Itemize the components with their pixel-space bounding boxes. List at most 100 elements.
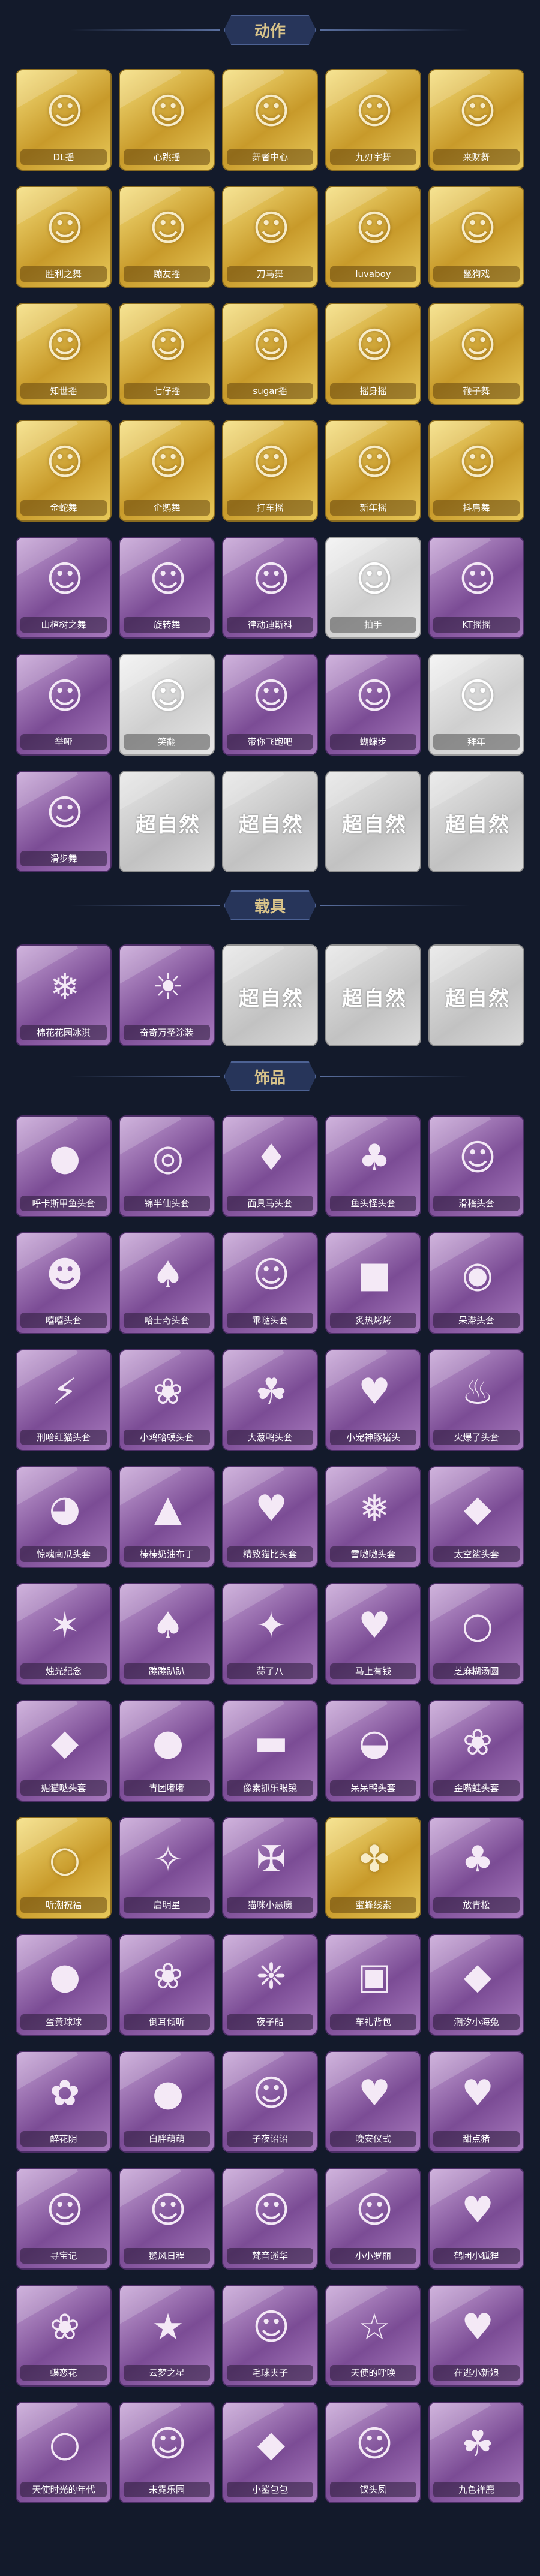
item-tile[interactable]: ☺ 毛球夹子	[222, 2285, 318, 2387]
item-tile[interactable]: ☻ 嘻嘻头套	[16, 1232, 112, 1334]
item-tile[interactable]: ☺ 旋转舞	[119, 537, 215, 639]
item-tile[interactable]: ♥ 甜点猪	[428, 2051, 524, 2153]
item-tile[interactable]: ⚡ 刑哈红猫头套	[16, 1349, 112, 1451]
item-tile[interactable]: ◉ 呆滞头套	[428, 1232, 524, 1334]
item-tile[interactable]: ♥ 在逃小新娘	[428, 2285, 524, 2387]
item-tile[interactable]: ❀ 蝶恋花	[16, 2285, 112, 2387]
item-tile[interactable]: ❀ 小鸡蛤蟆头套	[119, 1349, 215, 1451]
item-tile[interactable]: ☺ 举哑	[16, 654, 112, 756]
item-tile[interactable]: ☺ 滑稽头套	[428, 1115, 524, 1217]
item-tile[interactable]: ☺ 拍手	[325, 537, 421, 639]
item-tile[interactable]: ❈ 夜子船	[222, 1934, 318, 2036]
item-tile[interactable]: ✧ 启明星	[119, 1817, 215, 1919]
locked-item-tile[interactable]: 超自然	[325, 771, 421, 872]
item-tile[interactable]: ▣ 车礼背包	[325, 1934, 421, 2036]
item-tile[interactable]: ☺ 子夜诏诏	[222, 2051, 318, 2153]
item-tile[interactable]: ☺ 九刃宇舞	[325, 69, 421, 171]
item-tile[interactable]: ○ 听潮祝福	[16, 1817, 112, 1919]
item-tile[interactable]: ☘ 大葱鸭头套	[222, 1349, 318, 1451]
item-tile[interactable]: ☺ 寻宝记	[16, 2168, 112, 2270]
item-tile[interactable]: ◆ 小鲨包包	[222, 2402, 318, 2503]
item-tile[interactable]: ☺ 钗头凤	[325, 2402, 421, 2503]
item-tile[interactable]: ♣ 放青松	[428, 1817, 524, 1919]
item-tile[interactable]: ☺ 抖肩舞	[428, 420, 524, 522]
item-tile[interactable]: ◆ 潮汐小海兔	[428, 1934, 524, 2036]
item-tile[interactable]: ☺ luvaboy	[325, 186, 421, 288]
item-tile[interactable]: ♥ 晚安仪式	[325, 2051, 421, 2153]
item-tile[interactable]: ♨ 火爆了头套	[428, 1349, 524, 1451]
locked-item-tile[interactable]: 超自然	[428, 944, 524, 1046]
locked-item-tile[interactable]: 超自然	[119, 771, 215, 872]
item-tile[interactable]: ☺ 梵音遥华	[222, 2168, 318, 2270]
item-tile[interactable]: ☺ sugar摇	[222, 303, 318, 405]
item-tile[interactable]: ☺ 乖哒头套	[222, 1232, 318, 1334]
item-tile[interactable]: ☺ 拜年	[428, 654, 524, 756]
item-tile[interactable]: ♥ 鹤团小狐狸	[428, 2168, 524, 2270]
item-tile[interactable]: ☺ 胜利之舞	[16, 186, 112, 288]
item-tile[interactable]: ◆ 太空鲨头套	[428, 1466, 524, 1568]
item-tile[interactable]: ◒ 呆呆鸭头套	[325, 1700, 421, 1802]
item-tile[interactable]: ♠ 蹦蹦趴趴	[119, 1583, 215, 1685]
item-tile[interactable]: ☺ 企鹅舞	[119, 420, 215, 522]
item-tile[interactable]: ❄ 棉花花园冰淇	[16, 944, 112, 1046]
item-tile[interactable]: ☺ 新年摇	[325, 420, 421, 522]
item-tile[interactable]: ● 白胖萌萌	[119, 2051, 215, 2153]
item-tile[interactable]: ☀ 奋奇万圣涂装	[119, 944, 215, 1046]
locked-item-tile[interactable]: 超自然	[325, 944, 421, 1046]
item-tile[interactable]: ☺ 鞭子舞	[428, 303, 524, 405]
item-tile[interactable]: ❅ 雪嗷嗷头套	[325, 1466, 421, 1568]
item-tile[interactable]: ☺ 鹅风日程	[119, 2168, 215, 2270]
item-tile[interactable]: ☺ 蝴蝶步	[325, 654, 421, 756]
item-tile[interactable]: ☺ 蹦友摇	[119, 186, 215, 288]
item-tile[interactable]: ☺ 鬣狗戏	[428, 186, 524, 288]
locked-item-tile[interactable]: 超自然	[428, 771, 524, 872]
item-tile[interactable]: ❀ 倒耳倾听	[119, 1934, 215, 2036]
item-tile[interactable]: ✠ 猫咪小恶魔	[222, 1817, 318, 1919]
item-tile[interactable]: ★ 云梦之星	[119, 2285, 215, 2387]
item-tile[interactable]: ♦ 面具马头套	[222, 1115, 318, 1217]
item-tile[interactable]: ◕ 惊魂南瓜头套	[16, 1466, 112, 1568]
item-tile[interactable]: ☺ 带你飞跑吧	[222, 654, 318, 756]
item-tile[interactable]: ☺ 未霓乐园	[119, 2402, 215, 2503]
locked-item-tile[interactable]: 超自然	[222, 944, 318, 1046]
item-tile[interactable]: ■ 炙热烤烤	[325, 1232, 421, 1334]
item-tile[interactable]: ♠ 哈士奇头套	[119, 1232, 215, 1334]
item-tile[interactable]: ☺ 律动迪斯科	[222, 537, 318, 639]
item-tile[interactable]: ☺ 山楂树之舞	[16, 537, 112, 639]
item-tile[interactable]: ♥ 马上有钱	[325, 1583, 421, 1685]
item-tile[interactable]: ☺ 金蛇舞	[16, 420, 112, 522]
item-tile[interactable]: ▲ 榛榛奶油布丁	[119, 1466, 215, 1568]
item-tile[interactable]: ☺ 笑翻	[119, 654, 215, 756]
item-tile[interactable]: ☺ 心跳摇	[119, 69, 215, 171]
item-tile[interactable]: ● 青团嘟嘟	[119, 1700, 215, 1802]
item-tile[interactable]: ☆ 天使的呼唤	[325, 2285, 421, 2387]
item-tile[interactable]: ☺ 小小罗丽	[325, 2168, 421, 2270]
item-tile[interactable]: ✦ 蒜了八	[222, 1583, 318, 1685]
item-tile[interactable]: ♥ 小宠神豚猪头	[325, 1349, 421, 1451]
item-tile[interactable]: ● 蛋黄球球	[16, 1934, 112, 2036]
item-tile[interactable]: ☺ DL摇	[16, 69, 112, 171]
locked-item-tile[interactable]: 超自然	[222, 771, 318, 872]
item-tile[interactable]: ☺ 知世摇	[16, 303, 112, 405]
item-tile[interactable]: ♥ 精致猫比头套	[222, 1466, 318, 1568]
item-tile[interactable]: ✤ 蜜蜂线索	[325, 1817, 421, 1919]
item-tile[interactable]: ☺ 摇身摇	[325, 303, 421, 405]
item-tile[interactable]: ✿ 醉花阴	[16, 2051, 112, 2153]
item-tile[interactable]: ◆ 媚猫哒头套	[16, 1700, 112, 1802]
item-tile[interactable]: ☺ 舞者中心	[222, 69, 318, 171]
item-tile[interactable]: ☺ KT摇摇	[428, 537, 524, 639]
item-tile[interactable]: ☺ 来财舞	[428, 69, 524, 171]
item-tile[interactable]: ○ 芝麻糊汤圆	[428, 1583, 524, 1685]
item-tile[interactable]: ☺ 滑步舞	[16, 771, 112, 872]
item-tile[interactable]: ☘ 九色祥鹿	[428, 2402, 524, 2503]
item-tile[interactable]: ☺ 七仔摇	[119, 303, 215, 405]
item-tile[interactable]: ☺ 打车摇	[222, 420, 318, 522]
item-tile[interactable]: ♣ 鱼头怪头套	[325, 1115, 421, 1217]
item-tile[interactable]: ❀ 歪嘴蛙头套	[428, 1700, 524, 1802]
item-tile[interactable]: ○ 天使时光的年代	[16, 2402, 112, 2503]
item-tile[interactable]: ◎ 锦半仙头套	[119, 1115, 215, 1217]
item-tile[interactable]: ✶ 烛光纪念	[16, 1583, 112, 1685]
item-tile[interactable]: ▬ 像素抓乐眼镜	[222, 1700, 318, 1802]
item-tile[interactable]: ● 呼卡斯甲鱼头套	[16, 1115, 112, 1217]
item-tile[interactable]: ☺ 刀马舞	[222, 186, 318, 288]
